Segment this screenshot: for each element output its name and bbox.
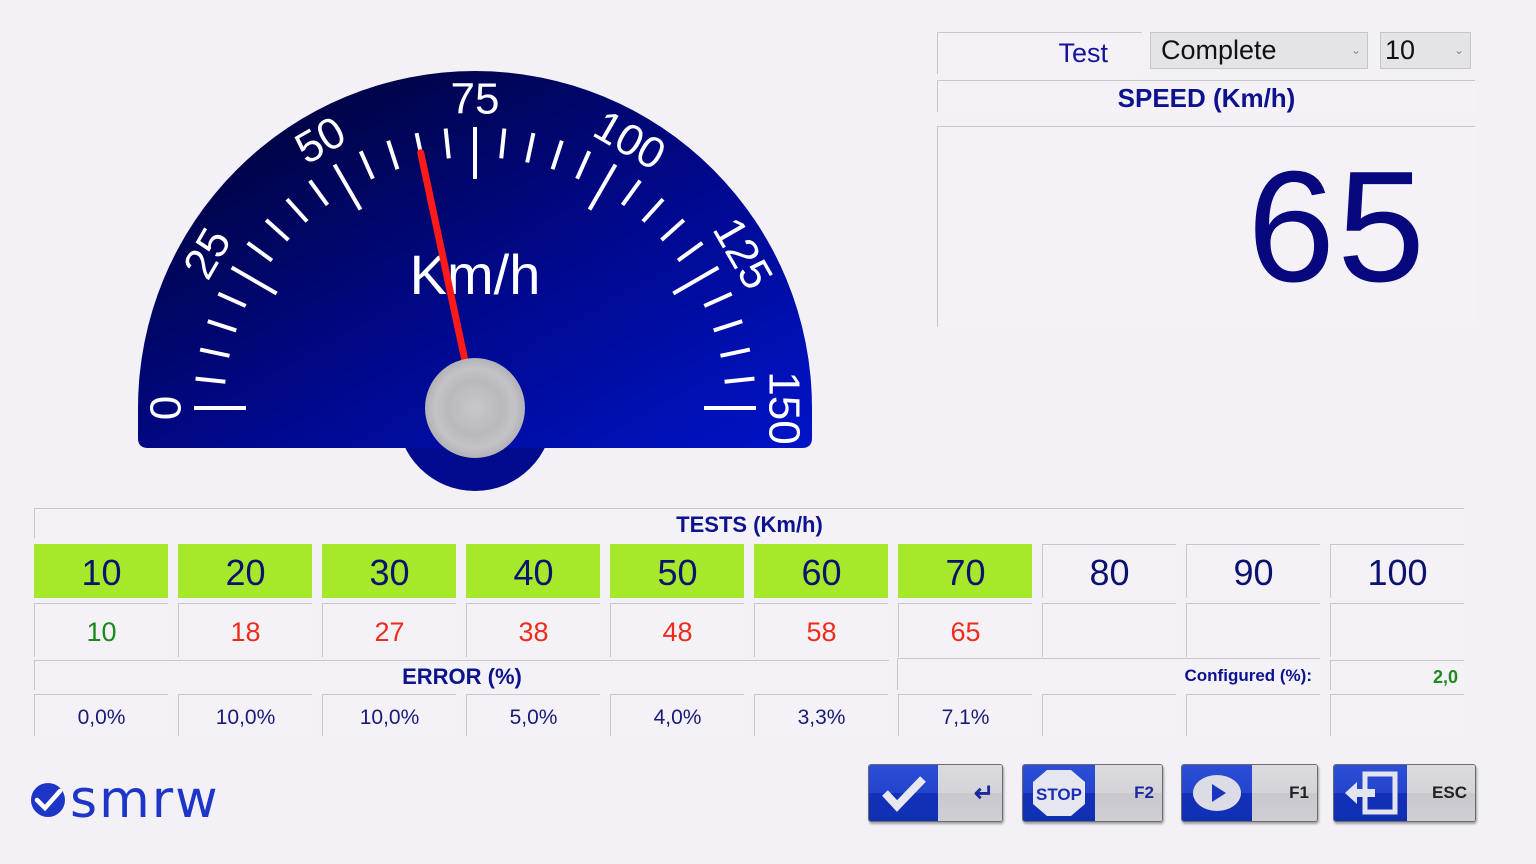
stop-sign-icon: STOP [1023,765,1096,821]
error-value-cell: 4,0% [610,694,744,736]
chevron-down-icon: ⌄ [1453,43,1464,57]
exit-icon [1334,765,1408,821]
measured-speed-cell: 10 [34,603,168,657]
speedometer-gauge: 0255075100125150 Km/h [138,71,812,491]
target-speed-cell: 100 [1330,544,1464,598]
error-values-row: 0,0% 10,0% 10,0% 5,0% 4,0% 3,3% 7,1% [34,694,1474,736]
error-value-cell [1330,694,1464,736]
target-speed-cell: 30 [322,544,456,598]
tests-title: TESTS (Km/h) [34,508,1464,538]
error-value-cell: 0,0% [34,694,168,736]
target-speed-cell: 40 [466,544,600,598]
enter-key-label: ↵ [938,765,1002,821]
measured-speed-cell [1186,603,1320,657]
target-speed-cell: 90 [1186,544,1320,598]
measured-speed-cell: 27 [322,603,456,657]
measured-speed-cell: 65 [898,603,1032,657]
gauge-tick-label: 150 [760,371,809,444]
play-icon [1182,765,1253,821]
error-value-cell: 7,1% [898,694,1032,736]
measured-speed-cell: 38 [466,603,600,657]
f1-key-label: F1 [1252,765,1317,821]
target-speed-cell: 50 [610,544,744,598]
test-count-value: 10 [1385,35,1416,65]
gauge-hub [425,358,525,458]
error-title: ERROR (%) [34,660,889,690]
speed-display: 65 [937,126,1475,327]
error-value-cell: 10,0% [322,694,456,736]
measured-speed-cell: 48 [610,603,744,657]
gauge-unit-label: Km/h [410,243,541,306]
test-count-select[interactable]: 10 ⌄ [1380,32,1471,69]
speed-title: SPEED (Km/h) [937,80,1475,113]
confirm-button[interactable]: ↵ [868,764,1003,822]
measured-speed-cell [1042,603,1176,657]
target-speed-cell: 20 [178,544,312,598]
target-speed-cell: 60 [754,544,888,598]
esc-key-label: ESC [1407,765,1475,821]
error-value-cell [1042,694,1176,736]
target-speed-cell: 10 [34,544,168,598]
test-mode-value: Complete [1161,35,1277,65]
error-value-cell: 10,0% [178,694,312,736]
test-mode-select[interactable]: Complete ⌄ [1150,32,1368,69]
error-value-cell: 5,0% [466,694,600,736]
measured-speeds-row: 10 18 27 38 48 58 65 [34,603,1474,657]
error-value-cell: 3,3% [754,694,888,736]
speed-value: 65 [1247,139,1427,315]
exit-button[interactable]: ESC [1333,764,1476,822]
start-button[interactable]: F1 [1181,764,1318,822]
test-label: Test [937,32,1142,74]
target-speeds-row: 10 20 30 40 50 60 70 80 90 100 [34,544,1474,598]
error-value-cell [1186,694,1320,736]
f2-key-label: F2 [1095,765,1162,821]
chevron-down-icon: ⌄ [1350,43,1361,57]
measured-speed-cell: 58 [754,603,888,657]
smrw-logo: smrw [30,770,220,830]
stop-button[interactable]: STOP F2 [1022,764,1163,822]
configured-tolerance-value: 2,0 [1330,660,1464,690]
target-speed-cell: 80 [1042,544,1176,598]
gauge-tick-label: 0 [142,396,191,420]
measured-speed-cell: 18 [178,603,312,657]
check-icon [869,765,939,821]
measured-speed-cell [1330,603,1464,657]
target-speed-cell: 70 [898,544,1032,598]
logo-text: smrw [70,770,220,830]
gauge-tick-label: 75 [451,75,500,124]
svg-text:STOP: STOP [1036,785,1082,804]
configured-tolerance-label: Configured (%): [897,658,1320,690]
logo-check-icon [31,783,65,817]
